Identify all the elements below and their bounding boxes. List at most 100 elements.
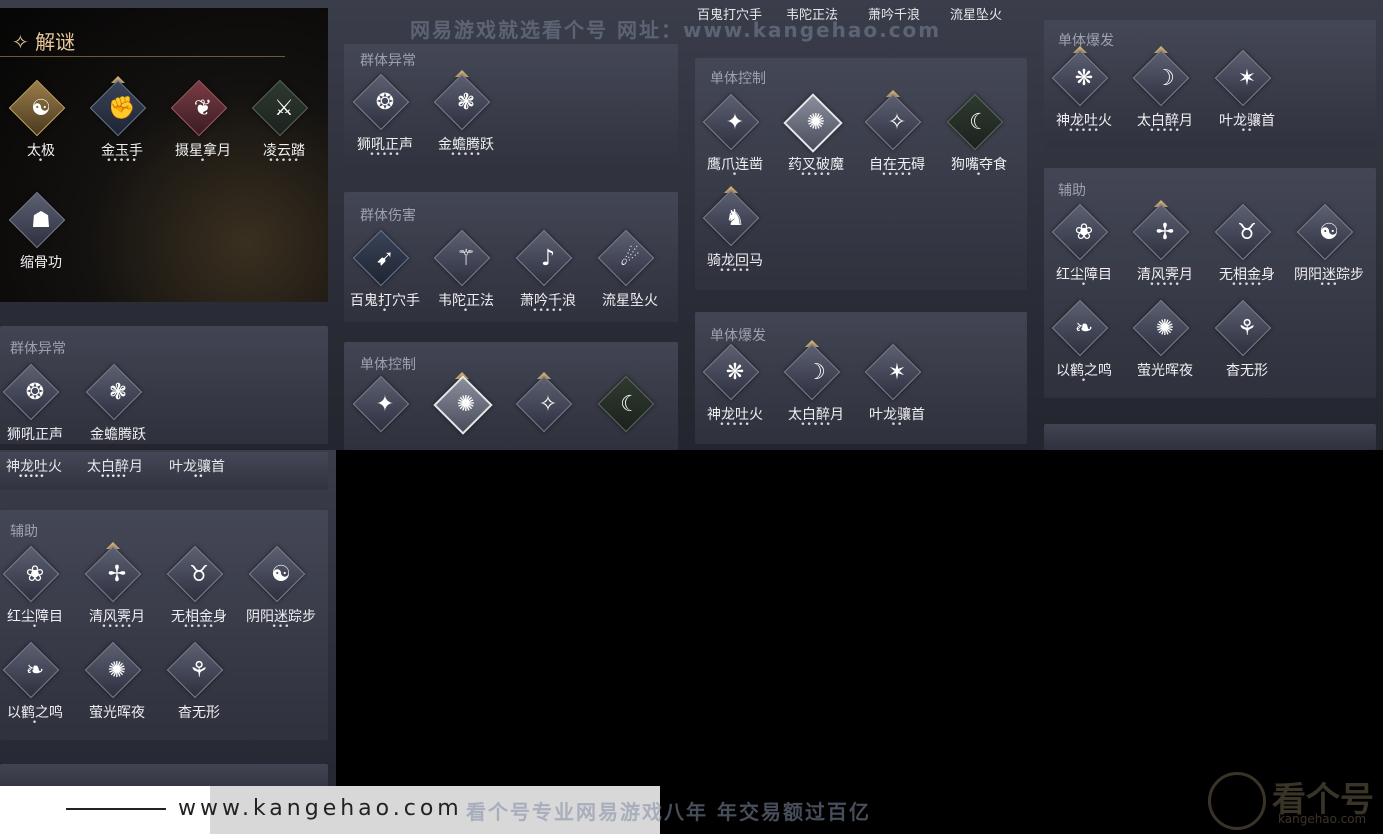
watermark-bottom: 看个号专业网易游戏八年 年交易额过百亿 [466,800,871,824]
top-strip-item: 流星坠火 [950,8,1003,23]
stealth-icon: ⚘ [189,658,209,683]
skill-yinyangmizongbu[interactable]: ☯ 阴阳迷踪步 ••• [241,544,321,644]
skill-shihouzhengsheng[interactable]: ❂ 狮吼正声 ••••• [345,72,425,172]
skill-jinchantengyue[interactable]: ❃ 金蟾腾跃 [78,362,158,462]
meteor-icon: ☄ [620,246,640,271]
free-icon: ✧ [887,110,907,135]
skill-shenlongtuhuo[interactable]: ❋ 神龙吐火 ••••• [695,342,775,442]
skill-yelongxiangshou[interactable]: ✶ 叶龙骧首 •• [1207,48,1287,148]
skill-yingguanghuiye[interactable]: ✺ 萤光晖夜 [1125,298,1205,398]
footer-logo-icon [1208,772,1266,830]
puzzle-title: ✧ 解谜 [12,30,76,54]
leap-icon: ✶ [1237,66,1257,91]
skill-weituozhengfa[interactable]: ⚚ 韦陀正法 • [426,228,506,328]
demon-icon: ✺ [806,110,826,135]
buddha-icon: ♉ [189,562,209,587]
swirl-icon: ✺ [107,658,127,683]
kick-icon: ⚔ [274,96,294,121]
skill-shexingnayue[interactable]: ❦ 摄星拿月 • [163,78,243,178]
section-title: 单体控制 [710,71,766,87]
skill-hongchenzhangmu[interactable]: ❀ 红尘障目 • [1044,202,1124,302]
section-title: 辅助 [10,524,38,540]
footer-url[interactable]: www.kangehao.com [178,796,463,821]
skill-lingyunta[interactable]: ⚔ 凌云踏 ••••• [244,78,324,178]
skill-gouzuiduoshi[interactable]: ☾ 狗嘴夺食 • [939,92,1019,192]
skill-baiguidaxueshou[interactable]: ➹ 百鬼打穴手 • [345,228,425,328]
section-title: 单体控制 [360,357,416,373]
skill-partial[interactable]: ✺ [426,372,506,444]
crane-icon: ❧ [1074,316,1094,341]
skill-shihouzhengsheng[interactable]: ❂ 狮吼正声 [0,362,75,462]
leap-icon: ✶ [887,360,907,385]
section-title: 群体异常 [360,53,416,69]
skill-wuxiangjinshen[interactable]: ♉ 无相金身 ••••• [159,544,239,644]
skill-partial[interactable]: ✦ [345,374,425,444]
burst-dots: ••••• [18,472,45,482]
skill-hongchenzhangmu[interactable]: ❀ 红尘障目 • [0,544,75,644]
bite-icon: ☾ [620,392,640,417]
skill-suogugong[interactable]: ☗ 缩骨功 [1,190,81,290]
yinyang-icon: ☯ [1319,220,1339,245]
dragon-icon: ❋ [725,360,745,385]
skill-yelongxiangshou[interactable]: ✶ 叶龙骧首 •• [857,342,937,442]
flute-icon: ♪ [540,246,556,271]
skill-jinyushou[interactable]: ✊ 金玉手 ••••• [82,76,162,178]
roar-icon: ❂ [25,380,45,405]
skill-partial[interactable]: ✧ [508,372,588,444]
swirl-icon: ✺ [1155,316,1175,341]
skill-yihezhiming[interactable]: ❧ 以鹤之鸣 • [0,640,75,740]
skill-partial[interactable]: ☾ [590,374,670,444]
divider [0,56,285,57]
skill-taibaizuiyue[interactable]: ☽ 太白醉月 ••••• [776,340,856,442]
skill-taibaizuiyue[interactable]: ☽ 太白醉月 ••••• [1125,46,1205,148]
toad-icon: ❃ [108,380,128,405]
skill-qingfengjiyue[interactable]: ✢ 清风霁月 ••••• [1125,200,1205,302]
taiji-icon: ☯ [31,96,51,121]
yinyang-icon: ☯ [271,562,291,587]
skill-yaowuxing[interactable]: ⚘ 杳无形 [1207,298,1287,398]
footer-rule [66,808,166,810]
skill-yihezhiming[interactable]: ❧ 以鹤之鸣 • [1044,298,1124,398]
moon-icon: ☽ [806,360,826,385]
roar-icon: ❂ [375,90,395,115]
skill-jinchantengyue[interactable]: ❃ 金蟾腾跃 ••••• [426,70,506,172]
skill-yingzhualianzao[interactable]: ✦ 鹰爪连凿 • [695,92,775,192]
moon-icon: ☽ [1155,66,1175,91]
staff-icon: ⚚ [456,246,476,271]
skill-shenlongtuhuo[interactable]: ❋ 神龙吐火 ••••• [1044,46,1124,148]
skill-taiji[interactable]: ☯ 太极 • [1,78,81,178]
eagle-icon: ✦ [375,392,395,417]
skill-liuxingzhuihuo[interactable]: ☄ 流星坠火 [590,228,670,328]
free-icon: ✧ [538,392,558,417]
skill-qingfengjiyue[interactable]: ✢ 清风霁月 ••••• [77,542,157,644]
eagle-icon: ✦ [725,110,745,135]
skill-yinyangmizongbu[interactable]: ☯ 阴阳迷踪步 ••• [1289,202,1369,302]
buddha-icon: ♉ [1237,220,1257,245]
crane-icon: ❧ [25,658,45,683]
claw-icon: ➹ [375,246,395,271]
burst-dots: ••••• [100,472,127,482]
fist-icon: ✊ [108,96,136,121]
bite-icon: ☾ [969,110,989,135]
skill-qilonghuima[interactable]: ♞ 骑龙回马 ••••• [695,186,775,288]
wind-icon: ✢ [107,562,127,587]
skill-xiaoyinqianlang[interactable]: ♪ 萧吟千浪 ••••• [508,228,588,328]
horse-icon: ♞ [725,206,745,231]
dust-icon: ❀ [1074,220,1094,245]
skill-yaochapomo[interactable]: ✺ 药叉破魔 ••••• [776,92,856,192]
stealth-icon: ⚘ [1237,316,1257,341]
wind-icon: ✢ [1155,220,1175,245]
section-title: 辅助 [1058,183,1086,199]
section-title: 群体异常 [10,341,66,357]
skill-zizaiwuai[interactable]: ✧ 自在无碍 ••••• [857,90,937,192]
dragon-icon: ❋ [1074,66,1094,91]
wing-icon: ❦ [193,96,213,121]
dust-icon: ❀ [25,562,45,587]
meditate-icon: ☗ [31,208,51,233]
skill-wuxiangjinshen[interactable]: ♉ 无相金身 ••••• [1207,202,1287,302]
skill-yaowuxing[interactable]: ⚘ 杳无形 [159,640,239,740]
footer-logo-sub: kangehao.com [1278,812,1367,826]
toad-icon: ❃ [456,90,476,115]
demon-icon: ✺ [456,392,476,417]
skill-yingguanghuiye[interactable]: ✺ 萤光晖夜 [77,640,157,740]
